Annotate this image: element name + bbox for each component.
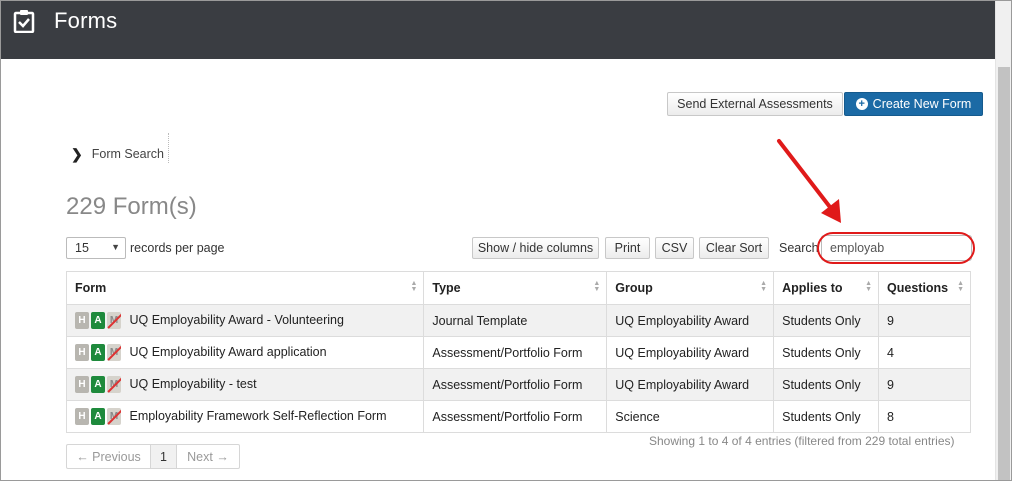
group-cell: UQ Employability Award <box>606 336 775 369</box>
send-external-assessments-button[interactable]: Send External Assessments <box>667 92 843 116</box>
table-row[interactable]: H A M UQ Employability Award application… <box>65 336 971 369</box>
page-frame: Forms Send External Assessments + Create… <box>0 0 1012 481</box>
print-button[interactable]: Print <box>605 237 650 259</box>
table-info: Showing 1 to 4 of 4 entries (filtered fr… <box>649 434 955 448</box>
status-badges: H A M <box>75 376 123 393</box>
column-header-applies-to[interactable]: Applies to ▲ ▼ <box>773 271 880 305</box>
records-per-page-value: 15 <box>75 241 89 255</box>
column-header-questions[interactable]: Questions ▲ ▼ <box>878 271 971 305</box>
questions-cell: 9 <box>878 304 971 337</box>
form-cell: H A M UQ Employability Award - Volunteer… <box>65 304 425 337</box>
questions-cell: 8 <box>878 400 971 433</box>
annotation-arrow <box>777 139 841 223</box>
records-per-page-label: records per page <box>130 241 225 255</box>
form-search-toggle[interactable]: ❯ Form Search <box>71 144 164 164</box>
approved-badge[interactable]: A <box>91 312 105 329</box>
show-hide-columns-button[interactable]: Show / hide columns <box>472 237 599 259</box>
column-header-group[interactable]: Group ▲ ▼ <box>606 271 775 305</box>
send-external-label: Send External Assessments <box>677 97 833 111</box>
create-new-form-button[interactable]: + Create New Form <box>844 92 983 116</box>
app-header: Forms <box>1 1 1011 59</box>
table-row[interactable]: H A M UQ Employability Award - Volunteer… <box>65 304 971 337</box>
form-cell: H A M Employability Framework Self-Refle… <box>65 400 425 433</box>
clear-sort-label: Clear Sort <box>705 241 763 255</box>
group-cell: UQ Employability Award <box>606 304 775 337</box>
csv-label: CSV <box>661 241 688 255</box>
form-name-link[interactable]: UQ Employability Award application <box>129 345 326 359</box>
approved-badge[interactable]: A <box>91 408 105 425</box>
chevron-right-icon: ❯ <box>71 145 83 162</box>
mobile-disabled-badge[interactable]: M <box>107 312 121 329</box>
approved-badge[interactable]: A <box>91 344 105 361</box>
sort-icon: ▲ ▼ <box>957 280 964 293</box>
caret-down-icon: ▼ <box>111 242 120 252</box>
results-count: 229 Form(s) <box>66 193 197 220</box>
mobile-disabled-badge[interactable]: M <box>107 408 121 425</box>
questions-cell: 9 <box>878 368 971 401</box>
pagination: ← Previous 1 Next → <box>66 444 240 469</box>
page-title: Forms <box>54 8 118 33</box>
column-header-type[interactable]: Type ▲ ▼ <box>423 271 608 305</box>
hidden-badge[interactable]: H <box>75 376 89 393</box>
clear-sort-button[interactable]: Clear Sort <box>699 237 769 259</box>
sort-icon: ▲ ▼ <box>865 280 873 293</box>
table-row[interactable]: H A M UQ Employability - test Assessment… <box>65 368 971 401</box>
form-cell: H A M UQ Employability - test <box>65 368 425 401</box>
vertical-scrollbar[interactable] <box>995 1 1011 480</box>
applies-to-cell: Students Only <box>773 304 880 337</box>
type-cell: Assessment/Portfolio Form <box>423 368 608 401</box>
search-input-value: employab <box>830 241 885 255</box>
form-name-link[interactable]: Employability Framework Self-Reflection … <box>129 409 386 423</box>
form-name-link[interactable]: UQ Employability Award - Volunteering <box>129 313 343 327</box>
scrollbar-thumb[interactable] <box>998 67 1010 480</box>
divider <box>168 133 169 163</box>
approved-badge[interactable]: A <box>91 376 105 393</box>
questions-cell: 4 <box>878 336 971 369</box>
type-cell: Assessment/Portfolio Form <box>423 336 608 369</box>
column-label: Type <box>432 281 461 295</box>
mobile-disabled-badge[interactable]: M <box>107 344 121 361</box>
applies-to-cell: Students Only <box>773 400 880 433</box>
next-page-button[interactable]: Next → <box>177 445 239 468</box>
hidden-badge[interactable]: H <box>75 312 89 329</box>
current-page-button[interactable]: 1 <box>151 445 177 468</box>
applies-to-cell: Students Only <box>773 336 880 369</box>
plus-circle-icon: + <box>855 98 868 110</box>
column-header-form[interactable]: Form ▲ ▼ <box>65 271 425 305</box>
csv-button[interactable]: CSV <box>655 237 694 259</box>
applies-to-cell: Students Only <box>773 368 880 401</box>
status-badges: H A M <box>75 408 123 425</box>
type-cell: Journal Template <box>423 304 608 337</box>
show-hide-label: Show / hide columns <box>477 241 594 255</box>
column-label: Applies to <box>782 281 843 295</box>
table-header-row: Form ▲ ▼ Type ▲ ▼ Group ▲ ▼ Applies to ▲ ▼ Quest… <box>65 271 971 305</box>
status-badges: H A M <box>75 344 123 361</box>
forms-table: Form ▲ ▼ Type ▲ ▼ Group ▲ ▼ Applies to ▲ ▼ Quest… <box>65 271 971 433</box>
group-cell: Science <box>606 400 775 433</box>
sort-icon: ▲ ▼ <box>593 280 601 293</box>
previous-page-button[interactable]: ← Previous <box>67 445 151 468</box>
records-per-page-select[interactable]: 15 ▼ <box>66 237 126 259</box>
form-search-label: Form Search <box>91 147 164 161</box>
hidden-badge[interactable]: H <box>75 408 89 425</box>
status-badges: H A M <box>75 312 123 329</box>
mobile-disabled-badge[interactable]: M <box>107 376 121 393</box>
group-cell: UQ Employability Award <box>606 368 775 401</box>
type-cell: Assessment/Portfolio Form <box>423 400 608 433</box>
hidden-badge[interactable]: H <box>75 344 89 361</box>
sort-icon: ▲ ▼ <box>410 280 418 293</box>
form-cell: H A M UQ Employability Award application <box>65 336 425 369</box>
search-label: Search <box>779 241 819 255</box>
search-input[interactable]: employab <box>821 235 972 261</box>
column-label: Group <box>615 281 653 295</box>
create-new-label: Create New Form <box>872 97 972 111</box>
sort-icon: ▲ ▼ <box>760 280 768 293</box>
column-label: Questions <box>887 281 949 295</box>
form-name-link[interactable]: UQ Employability - test <box>129 377 256 391</box>
clipboard-check-icon <box>13 10 35 33</box>
print-label: Print <box>614 241 641 255</box>
table-row[interactable]: H A M Employability Framework Self-Refle… <box>65 400 971 433</box>
column-label: Form <box>75 281 107 295</box>
